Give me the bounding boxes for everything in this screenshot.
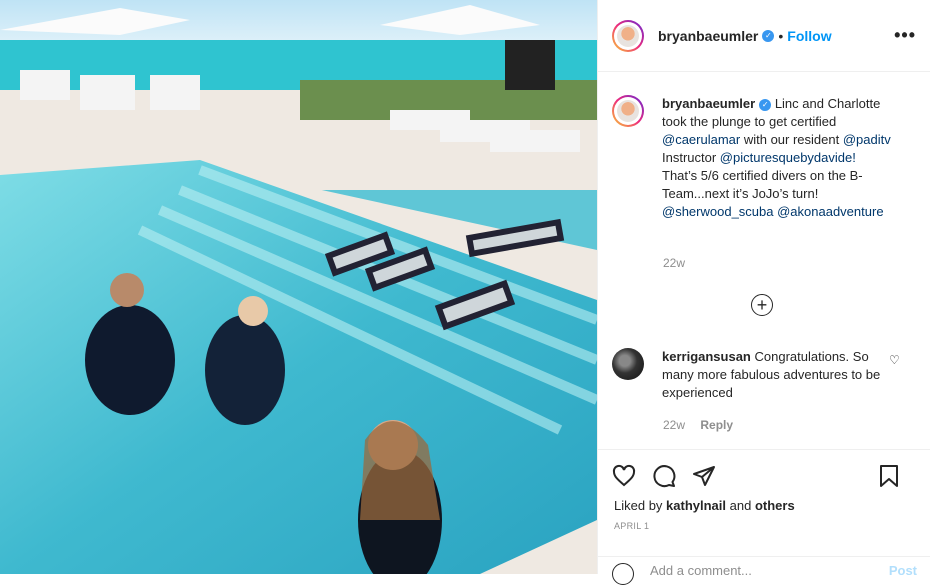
verified-badge-icon: ✓ — [762, 29, 775, 42]
mention-link[interactable]: @caerulamar — [662, 132, 740, 147]
commenter-username[interactable]: kerrigansusan — [662, 349, 751, 364]
load-more-comments-icon[interactable]: + — [751, 294, 773, 316]
follow-button[interactable]: Follow — [787, 28, 831, 44]
likes-prefix: Liked by — [614, 498, 667, 513]
comment-icon[interactable] — [652, 464, 676, 488]
instagram-post: bryanbaeumler ✓ • Follow ••• bryanbaeuml… — [0, 0, 930, 585]
actions-area: Liked by kathylnail and others APRIL 1 — [598, 449, 930, 531]
verified-badge-icon: ✓ — [759, 98, 772, 111]
post-sidebar: bryanbaeumler ✓ • Follow ••• bryanbaeuml… — [597, 0, 930, 585]
mention-link[interactable]: @akonaadventure — [777, 204, 883, 219]
mention-link[interactable]: @paditv — [843, 132, 891, 147]
author-username[interactable]: bryanbaeumler — [658, 28, 758, 44]
post-photo[interactable] — [0, 0, 597, 574]
heart-icon[interactable] — [612, 464, 636, 488]
emoji-icon[interactable] — [612, 563, 634, 585]
caption-line: with our resident — [740, 132, 843, 147]
likes-and: and — [726, 498, 755, 513]
commenter-avatar[interactable] — [612, 348, 644, 380]
caption: bryanbaeumler ✓ Linc and Charlotte took t… — [598, 72, 930, 221]
comment-like-heart-icon[interactable]: ♡ — [889, 353, 900, 367]
caption-line: That’s 5/6 certified divers on the B-Tea… — [662, 168, 863, 201]
mention-link[interactable]: @picturesquebydavide! — [720, 150, 856, 165]
caption-text: bryanbaeumler ✓ Linc and Charlotte took t… — [662, 95, 907, 221]
separator-dot: • — [778, 27, 784, 44]
comment-meta: 22w Reply — [663, 418, 733, 432]
mention-link[interactable]: @sherwood_scuba — [662, 204, 773, 219]
likes-others[interactable]: others — [755, 498, 795, 513]
post-header: bryanbaeumler ✓ • Follow ••• — [598, 0, 930, 72]
comment-input[interactable]: Add a comment... — [650, 563, 752, 578]
post-date[interactable]: APRIL 1 — [598, 513, 930, 531]
liker-username[interactable]: kathylnail — [666, 498, 726, 513]
comment-text: kerrigansusan Congratulations. So many m… — [662, 348, 882, 402]
action-bar — [598, 450, 930, 492]
caption-line: Instructor — [662, 150, 720, 165]
likes-line: Liked by kathylnail and others — [598, 492, 930, 513]
reply-button[interactable]: Reply — [700, 418, 733, 432]
comment-timestamp[interactable]: 22w — [663, 418, 685, 432]
caption-avatar[interactable] — [612, 95, 644, 127]
post-comment-button[interactable]: Post — [889, 563, 917, 578]
share-icon[interactable] — [692, 464, 716, 488]
comment: kerrigansusan Congratulations. So many m… — [612, 348, 917, 402]
caption-username[interactable]: bryanbaeumler — [662, 96, 755, 111]
author-avatar[interactable] — [612, 19, 644, 52]
add-comment-bar: Add a comment... Post — [598, 556, 930, 586]
caption-timestamp[interactable]: 22w — [663, 256, 685, 270]
more-options-icon[interactable]: ••• — [894, 25, 916, 46]
bookmark-icon[interactable] — [877, 464, 901, 488]
